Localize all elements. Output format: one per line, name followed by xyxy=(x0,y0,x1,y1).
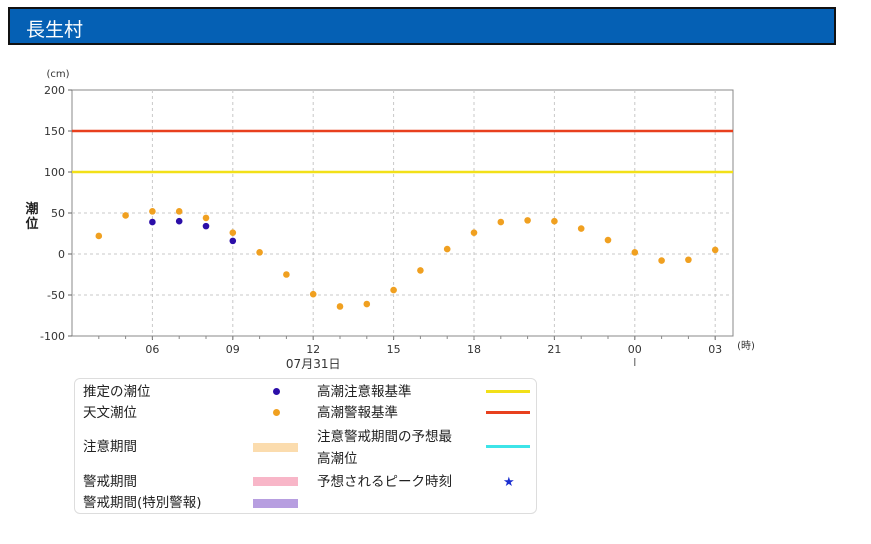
legend-swatch-caution-period xyxy=(253,443,298,452)
y-axis-label: 位 xyxy=(25,216,38,232)
y-tick-label: -50 xyxy=(47,289,65,302)
legend-swatch-special-warning-period xyxy=(253,499,298,508)
x-tick-label: 21 xyxy=(547,343,561,356)
astronomical-tide-point xyxy=(658,257,665,264)
astronomical-tide-point xyxy=(497,218,505,226)
estimated-tide-point xyxy=(175,217,183,225)
legend-label-special-warning-period: 警戒期間(特別警報) xyxy=(83,495,202,511)
y-tick-label: 150 xyxy=(44,125,65,138)
x-tick-label: 18 xyxy=(467,343,481,356)
legend-marker-astronomical xyxy=(273,409,280,416)
astronomical-tide-point xyxy=(309,290,317,298)
legend-label-estimated: 推定の潮位 xyxy=(83,384,151,400)
legend-swatch-warning-period xyxy=(253,477,298,486)
y-tick-label: 200 xyxy=(44,84,65,97)
astronomical-tide-point xyxy=(443,245,451,253)
astronomical-tide-point xyxy=(229,229,237,236)
astronomical-tide-point xyxy=(256,249,263,256)
astronomical-tide-point xyxy=(363,300,371,308)
astronomical-tide-point xyxy=(122,212,129,219)
legend-label-advisory-standard: 高潮注意報基準 xyxy=(317,384,412,400)
x-unit-label: (時) xyxy=(737,340,755,352)
y-unit-label: (cm) xyxy=(46,69,69,80)
legend-line-advisory-standard xyxy=(486,390,530,393)
astronomical-tide-point xyxy=(685,256,692,264)
x-tick-label: 03 xyxy=(708,343,722,356)
astronomical-tide-point xyxy=(551,217,558,225)
astronomical-tide-point xyxy=(283,271,290,278)
star-icon: ★ xyxy=(503,475,515,490)
astronomical-tide-point xyxy=(604,236,612,244)
chart-legend: 推定の潮位 天文潮位 注意期間 警戒期間 警戒期間(特別警報) 高潮注意報基準 … xyxy=(74,378,537,514)
legend-label-astronomical: 天文潮位 xyxy=(83,405,137,421)
astronomical-tide-point xyxy=(336,303,344,310)
y-tick-label: -100 xyxy=(40,330,65,343)
astronomical-tide-point xyxy=(524,217,531,224)
astronomical-tide-point xyxy=(175,208,183,215)
x-tick-label: 00 xyxy=(628,343,642,356)
x-tick-label: 09 xyxy=(226,343,240,356)
x-tick-label: 12 xyxy=(306,343,320,356)
legend-line-forecast-max xyxy=(486,445,530,448)
astronomical-tide-point xyxy=(95,232,103,240)
x-tick-label: 06 xyxy=(145,343,159,356)
x-tick-label: 15 xyxy=(387,343,401,356)
legend-line-warning-standard xyxy=(486,411,530,414)
y-axis-label: 潮 xyxy=(25,201,38,217)
legend-label-peak-time: 予想されるピーク時刻 xyxy=(317,474,452,490)
y-tick-label: 50 xyxy=(51,207,65,220)
y-tick-label: 100 xyxy=(44,166,65,179)
estimated-tide-point xyxy=(229,237,237,245)
astronomical-tide-point xyxy=(711,246,719,254)
astronomical-tide-point xyxy=(577,225,585,232)
date-label: 07月31日 xyxy=(286,357,341,371)
astronomical-tide-point xyxy=(470,229,478,236)
estimated-tide-point xyxy=(149,218,156,226)
legend-label-forecast-max-1: 注意警戒期間の予想最 xyxy=(317,429,452,445)
astronomical-tide-point xyxy=(417,267,424,274)
astronomical-tide-point xyxy=(202,214,210,222)
legend-label-warning-period: 警戒期間 xyxy=(83,474,137,490)
astronomical-tide-point xyxy=(149,208,156,215)
legend-label-caution-period: 注意期間 xyxy=(83,439,137,455)
astronomical-tide-point xyxy=(631,249,639,256)
astronomical-tide-point xyxy=(390,286,397,294)
y-tick-label: 0 xyxy=(58,248,65,261)
legend-marker-estimated xyxy=(273,388,280,395)
estimated-tide-point xyxy=(202,222,210,230)
legend-label-warning-standard: 高潮警報基準 xyxy=(317,405,398,421)
legend-label-forecast-max-2: 高潮位 xyxy=(317,451,358,467)
